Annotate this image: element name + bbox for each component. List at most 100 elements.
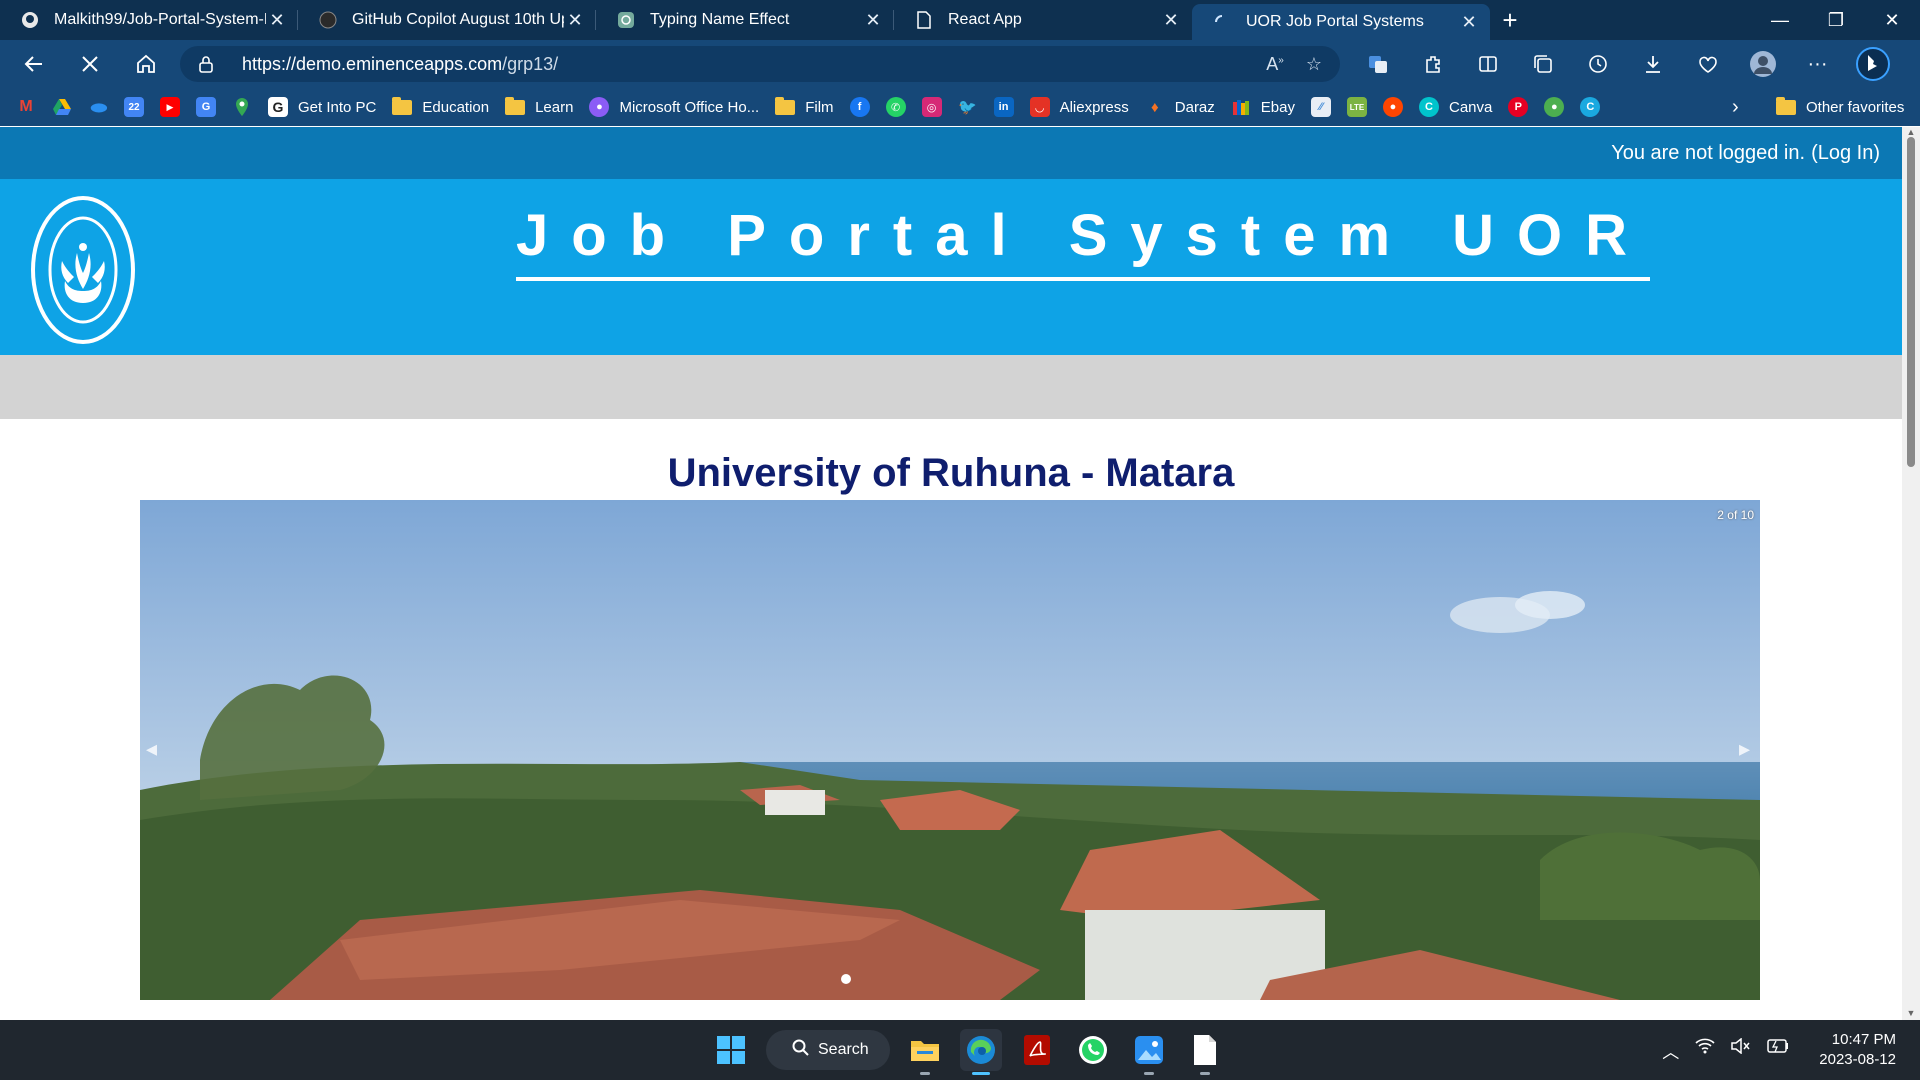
- url-text[interactable]: https://demo.eminenceapps.com/grp13/: [242, 54, 558, 75]
- browser-tab-1[interactable]: Malkith99/Job-Portal-System-FR ✕: [0, 0, 298, 40]
- favorite-app[interactable]: ●: [1544, 97, 1565, 117]
- read-aloud-icon[interactable]: A»: [1266, 54, 1284, 75]
- favorite-facebook[interactable]: f: [849, 97, 870, 117]
- taskbar-search[interactable]: Search: [766, 1030, 890, 1070]
- more-options-icon[interactable]: ···: [1790, 53, 1845, 76]
- close-icon[interactable]: ✕: [862, 10, 884, 31]
- favorite-canva[interactable]: C Canva: [1418, 97, 1492, 117]
- favorite-learn[interactable]: Learn: [505, 96, 573, 116]
- history-icon[interactable]: [1570, 53, 1625, 75]
- lock-icon[interactable]: [198, 55, 232, 73]
- favorite-linkedin[interactable]: in: [993, 97, 1014, 117]
- photos-button[interactable]: [1128, 1029, 1170, 1075]
- close-window-icon[interactable]: ✕: [1864, 0, 1920, 40]
- favorite-twitter[interactable]: 🐦: [958, 97, 978, 117]
- battery-icon[interactable]: [1767, 1038, 1789, 1063]
- favorite-onedrive[interactable]: [88, 97, 108, 117]
- file-explorer-button[interactable]: [904, 1029, 946, 1075]
- extensions-icon[interactable]: [1405, 53, 1460, 75]
- new-tab-button[interactable]: +: [1490, 0, 1530, 40]
- taskbar-apps: Search: [710, 1028, 1226, 1075]
- favorite-reddit[interactable]: ●: [1382, 97, 1403, 117]
- clock-date: 2023-08-12: [1819, 1051, 1896, 1068]
- bing-chat-icon[interactable]: [1845, 47, 1900, 81]
- notepad-button[interactable]: [1184, 1029, 1226, 1075]
- close-icon[interactable]: ✕: [564, 10, 586, 31]
- favorite-calendar[interactable]: 22: [124, 97, 144, 117]
- favorites-bar: M 22 ▶ G G Get Into PC Education Learn ● M…: [0, 88, 1920, 126]
- favorite-ebay[interactable]: Ebay: [1231, 97, 1295, 117]
- login-link[interactable]: (Log In): [1811, 142, 1880, 165]
- google-maps-icon: [232, 97, 252, 117]
- previous-slide-icon[interactable]: ◂: [146, 736, 157, 762]
- favorite-drive[interactable]: [52, 97, 72, 117]
- image-slider[interactable]: 2 of 10 ◂ ▸: [140, 500, 1760, 1000]
- scroll-up-icon[interactable]: ▲: [1906, 127, 1916, 137]
- browser-essentials-icon[interactable]: [1680, 53, 1735, 75]
- acrobat-button[interactable]: [1016, 1029, 1058, 1071]
- next-slide-icon[interactable]: ▸: [1739, 736, 1750, 762]
- favorite-maps[interactable]: [232, 97, 252, 117]
- favorite-chart[interactable]: ⁄⁄: [1310, 97, 1331, 117]
- page-scrollbar[interactable]: ▲ ▼: [1902, 127, 1920, 1020]
- favorite-instagram[interactable]: ◎: [921, 97, 942, 117]
- address-bar-actions: A» ☆: [1266, 46, 1322, 82]
- web-page: You are not logged in. (Log In) Job Port…: [0, 127, 1902, 1020]
- favorite-translate[interactable]: G: [196, 97, 216, 117]
- address-bar[interactable]: https://demo.eminenceapps.com/grp13/ A» …: [180, 46, 1340, 82]
- search-label: Search: [818, 1041, 869, 1058]
- favorite-refresh-app[interactable]: C: [1580, 97, 1601, 117]
- favorite-aliexpress[interactable]: ◡ Aliexpress: [1029, 97, 1129, 117]
- favorite-star-icon[interactable]: ☆: [1306, 54, 1322, 75]
- favorite-whatsapp[interactable]: ✆: [885, 97, 906, 117]
- wifi-icon[interactable]: [1695, 1038, 1715, 1063]
- browser-tab-5[interactable]: UOR Job Portal Systems ✕: [1192, 4, 1490, 40]
- download-icon[interactable]: [1625, 53, 1680, 75]
- taskbar: Search ︿ 10:47 PM 2023-08-12: [0, 1020, 1920, 1080]
- collections-icon[interactable]: [1515, 53, 1570, 75]
- stop-loading-button[interactable]: [68, 44, 112, 84]
- university-logo[interactable]: [28, 193, 138, 347]
- minimize-icon[interactable]: —: [1752, 0, 1808, 40]
- windows-icon: [717, 1036, 745, 1064]
- tray-icons: ︿: [1662, 1036, 1789, 1063]
- favorite-lte[interactable]: LTE: [1346, 97, 1367, 117]
- split-screen-icon[interactable]: [1460, 53, 1515, 75]
- slide-counter: 2 of 10: [1717, 508, 1754, 522]
- home-button[interactable]: [124, 44, 168, 84]
- favorite-pinterest[interactable]: P: [1508, 97, 1529, 117]
- browser-tab-3[interactable]: Typing Name Effect ✕: [596, 0, 894, 40]
- start-button[interactable]: [710, 1029, 752, 1071]
- close-icon[interactable]: ✕: [1160, 10, 1182, 31]
- restore-icon[interactable]: ❐: [1808, 0, 1864, 40]
- browser-tab-4[interactable]: React App ✕: [894, 0, 1192, 40]
- close-icon[interactable]: ✕: [266, 10, 288, 31]
- favorite-getintopc[interactable]: G Get Into PC: [268, 97, 376, 117]
- close-icon[interactable]: ✕: [1458, 12, 1480, 33]
- photos-icon: [1135, 1036, 1163, 1064]
- browser-tab-2[interactable]: GitHub Copilot August 10th Upd ✕: [298, 0, 596, 40]
- url-path: /grp13/: [502, 53, 559, 74]
- favorite-film[interactable]: Film: [775, 96, 834, 116]
- favorite-youtube[interactable]: ▶: [160, 97, 180, 117]
- back-button[interactable]: [12, 44, 56, 84]
- other-favorites[interactable]: Other favorites: [1776, 88, 1904, 126]
- whatsapp-button[interactable]: [1072, 1029, 1114, 1071]
- scroll-down-icon[interactable]: ▼: [1906, 1008, 1916, 1018]
- scrollbar-thumb[interactable]: [1907, 137, 1915, 467]
- favorite-gmail[interactable]: M: [16, 97, 36, 117]
- profile-avatar[interactable]: [1735, 50, 1790, 78]
- clock[interactable]: 10:47 PM 2023-08-12: [1819, 1030, 1896, 1070]
- favorite-office[interactable]: ● Microsoft Office Ho...: [589, 97, 759, 117]
- edge-button[interactable]: [960, 1029, 1002, 1075]
- onedrive-icon: [88, 97, 108, 117]
- translate-icon[interactable]: [1350, 53, 1405, 75]
- volume-muted-icon[interactable]: [1731, 1036, 1751, 1063]
- favorite-label: Microsoft Office Ho...: [619, 98, 760, 116]
- chevron-right-icon[interactable]: ›: [1732, 88, 1739, 126]
- chevron-up-icon[interactable]: ︿: [1662, 1038, 1679, 1063]
- slide-indicator-dot[interactable]: [841, 974, 851, 984]
- favorite-education[interactable]: Education: [392, 96, 489, 116]
- favorite-daraz[interactable]: ♦ Daraz: [1145, 97, 1215, 117]
- folder-icon: [1776, 96, 1796, 115]
